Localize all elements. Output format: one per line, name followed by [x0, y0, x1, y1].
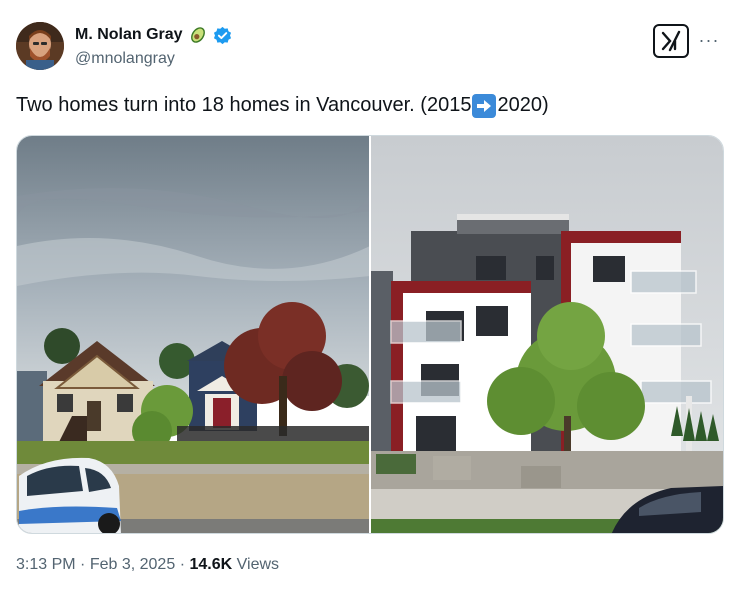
tweet-header: M. Nolan Gray @mnolangray ···: [16, 20, 720, 72]
tweet-text: Two homes turn into 18 homes in Vancouve…: [16, 92, 549, 118]
views-count[interactable]: 14.6K: [189, 556, 232, 573]
more-icon[interactable]: ···: [696, 22, 722, 58]
tweet-text-part-2: 2020): [497, 94, 549, 116]
meta-separator-2: ·: [179, 556, 186, 573]
vancouver-2015-photo[interactable]: [17, 136, 369, 533]
media-grid: [16, 135, 724, 534]
x-grok-icon[interactable]: [653, 24, 689, 58]
views-label: Views: [236, 556, 280, 573]
avocado-icon: [188, 25, 208, 45]
avatar[interactable]: [16, 22, 64, 70]
verified-icon[interactable]: [213, 26, 232, 45]
meta-separator: ·: [80, 556, 86, 573]
tweet-meta: 3:13 PM · Feb 3, 2025 · 14.6K Views: [16, 556, 279, 574]
vancouver-2020-photo[interactable]: [371, 136, 723, 533]
tweet-time[interactable]: 3:13 PM: [16, 556, 76, 573]
right-arrow-icon: [472, 94, 497, 118]
handle[interactable]: @mnolangray: [75, 50, 232, 68]
display-name[interactable]: M. Nolan Gray: [75, 26, 183, 44]
tweet-date[interactable]: Feb 3, 2025: [90, 556, 175, 573]
author-info: M. Nolan Gray @mnolangray: [75, 25, 232, 68]
tweet-text-part-1: Two homes turn into 18 homes in Vancouve…: [16, 94, 472, 116]
